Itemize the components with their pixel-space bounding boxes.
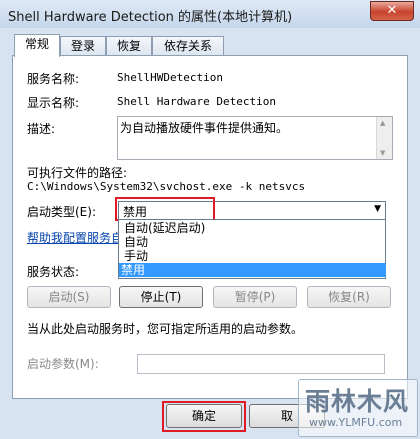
service-status-label: 服务状态: <box>27 265 80 279</box>
tab-recovery[interactable]: 恢复 <box>106 36 152 55</box>
pause-button[interactable]: 暂停(P) <box>213 286 297 308</box>
start-params-input[interactable] <box>137 354 385 374</box>
scroll-down-icon[interactable]: ▼ <box>380 149 385 157</box>
exe-path-value: C:\Windows\System32\svchost.exe -k netsv… <box>27 180 306 193</box>
display-name-value: Shell Hardware Detection <box>117 95 276 108</box>
start-params-hint: 当从此处启动服务时，您可指定所适用的启动参数。 <box>27 322 304 336</box>
tab-logon[interactable]: 登录 <box>60 36 106 55</box>
watermark-logo: 雨林木风 www.YLMFU.com <box>298 379 418 437</box>
option-disabled[interactable]: 禁用 <box>119 263 386 277</box>
service-name-value: ShellHWDetection <box>117 71 223 84</box>
service-name-label: 服务名称: <box>27 72 80 86</box>
watermark-url: www.YLMFU.com <box>309 416 403 429</box>
highlight-startup-type <box>115 197 215 221</box>
exe-path-label: 可执行文件的路径: <box>27 166 128 180</box>
window-title: Shell Hardware Detection 的属性(本地计算机) <box>8 10 293 25</box>
chevron-down-icon[interactable]: ▼ <box>374 204 381 214</box>
option-auto[interactable]: 自动 <box>122 235 386 249</box>
watermark-top-text: 雨林木风 <box>305 387 410 416</box>
description-scrollbar[interactable]: ▲ ▼ <box>376 117 392 159</box>
resume-button[interactable]: 恢复(R) <box>307 286 391 308</box>
stop-button[interactable]: 停止(T) <box>119 286 203 308</box>
start-button[interactable]: 启动(S) <box>27 286 111 308</box>
startup-type-label: 启动类型(E): <box>27 205 96 219</box>
tab-strip: 常规 登录 恢复 依存关系 <box>12 34 408 57</box>
close-icon: ✕ <box>386 3 398 18</box>
start-params-label: 启动参数(M): <box>27 357 99 371</box>
tab-dependencies[interactable]: 依存关系 <box>152 36 224 55</box>
tab-general[interactable]: 常规 <box>14 34 60 57</box>
description-box[interactable]: 为自动播放硬件事件提供通知。 ▲ ▼ <box>117 116 393 160</box>
help-configure-link[interactable]: 帮助我配置服务自 <box>27 229 123 246</box>
general-panel: 服务名称: ShellHWDetection 显示名称: Shell Hardw… <box>12 55 408 399</box>
properties-window: Shell Hardware Detection 的属性(本地计算机) ✕ 常规… <box>0 0 420 439</box>
display-name-label: 显示名称: <box>27 96 80 110</box>
ok-button[interactable]: 确定 <box>166 404 242 428</box>
startup-type-dropdown: 自动(延迟启动) 自动 手动 禁用 <box>118 219 386 279</box>
scroll-up-icon[interactable]: ▲ <box>380 119 385 127</box>
option-auto-delayed[interactable]: 自动(延迟启动) <box>122 221 386 235</box>
description-label: 描述: <box>27 122 56 136</box>
description-text: 为自动播放硬件事件提供通知。 <box>120 121 289 135</box>
close-button[interactable]: ✕ <box>370 1 414 21</box>
title-bar[interactable]: Shell Hardware Detection 的属性(本地计算机) ✕ <box>0 0 420 28</box>
option-manual[interactable]: 手动 <box>122 249 386 263</box>
